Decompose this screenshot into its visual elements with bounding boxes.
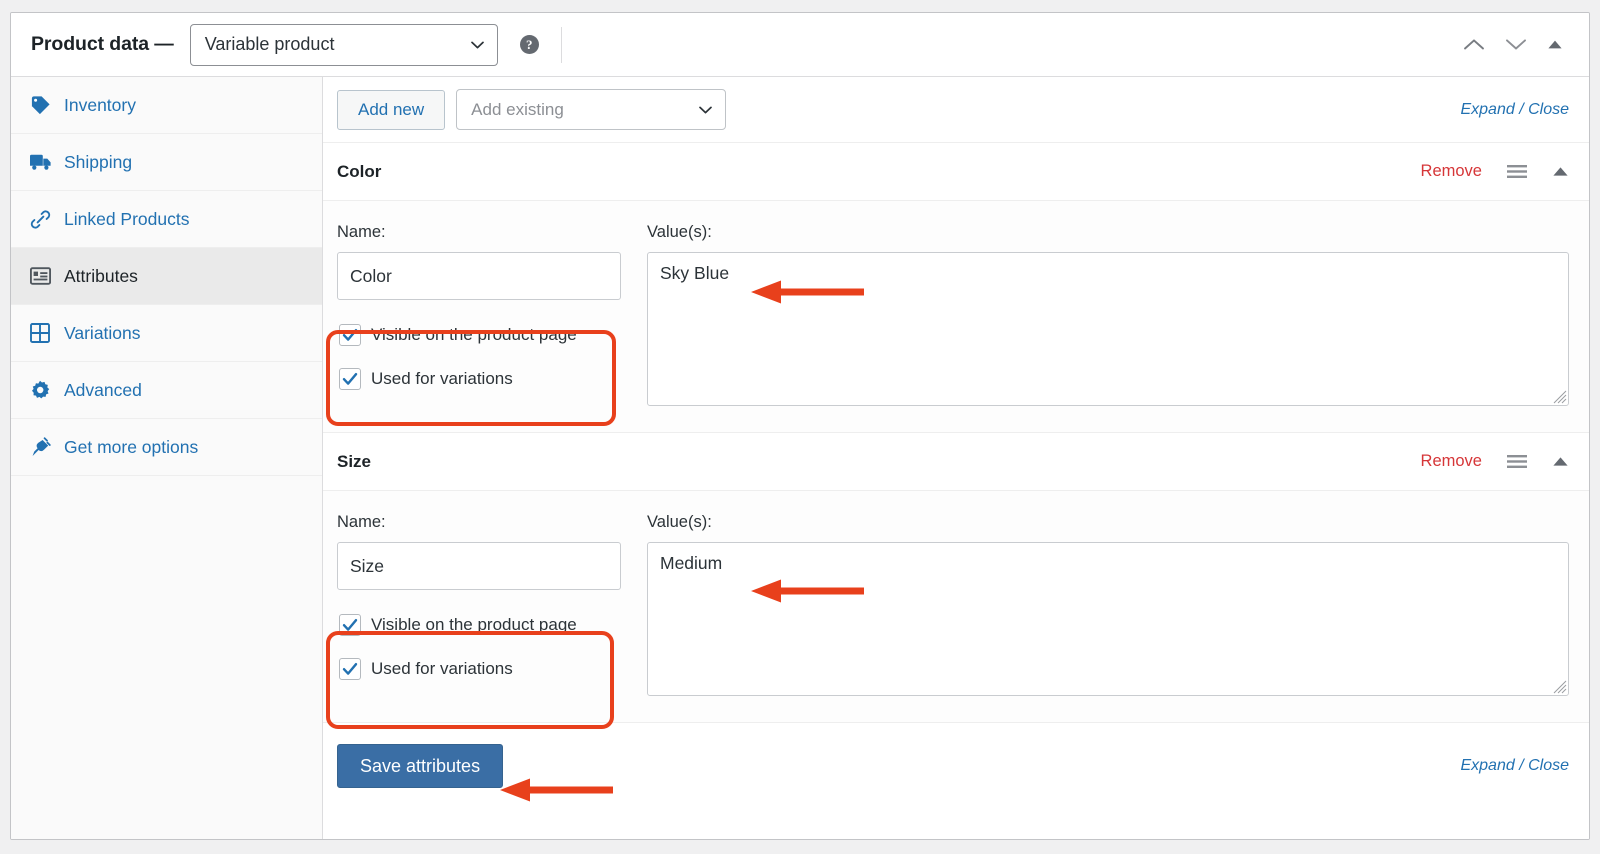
add-existing-placeholder: Add existing	[471, 100, 564, 120]
sidebar-item-linked-products[interactable]: Linked Products	[11, 191, 322, 248]
sidebar-item-label: Variations	[64, 323, 141, 344]
attributes-footer: Save attributes Expand / Close	[323, 723, 1589, 809]
header-divider	[561, 27, 562, 63]
truck-icon	[27, 153, 53, 171]
name-label: Name:	[337, 513, 629, 532]
sidebar-item-get-more-options[interactable]: Get more options	[11, 419, 322, 476]
inventory-tag-icon	[27, 95, 53, 116]
checkbox-label: Used for variations	[371, 369, 513, 389]
attribute-name-column: Name: Visible on the product page	[337, 513, 629, 696]
sidebar-item-advanced[interactable]: Advanced	[11, 362, 322, 419]
help-circle-icon[interactable]: ?	[520, 35, 539, 54]
plug-icon	[27, 437, 53, 458]
checkbox-checked-icon	[339, 324, 361, 346]
checkbox-label: Visible on the product page	[371, 615, 577, 635]
remove-attribute-link[interactable]: Remove	[1421, 162, 1482, 181]
attribute-header-color: Color Remove	[323, 143, 1589, 201]
screen-root: Product data — Variable product ?	[0, 0, 1600, 854]
attribute-header-actions: Remove	[1421, 452, 1569, 471]
metabox-body: Inventory Shipping	[11, 77, 1589, 839]
product-data-metabox: Product data — Variable product ?	[10, 12, 1590, 840]
add-new-button[interactable]: Add new	[337, 90, 445, 130]
name-label: Name:	[337, 223, 629, 242]
product-type-select[interactable]: Variable product	[190, 24, 498, 66]
values-textarea-wrap	[647, 542, 1569, 696]
values-textarea-wrap	[647, 252, 1569, 406]
checkbox-visible-on-product-page[interactable]: Visible on the product page	[339, 318, 629, 352]
link-icon	[27, 209, 53, 230]
sidebar-item-inventory[interactable]: Inventory	[11, 77, 322, 134]
product-type-value: Variable product	[205, 34, 335, 55]
sidebar-item-label: Inventory	[64, 95, 136, 116]
expand-close-link-bottom[interactable]: Expand / Close	[1460, 757, 1569, 775]
sidebar-filler	[11, 476, 322, 776]
chevron-down-icon	[699, 106, 712, 114]
attribute-name-column: Name: Visible on the product page	[337, 223, 629, 406]
checkbox-checked-icon	[339, 614, 361, 636]
sidebar-item-variations[interactable]: Variations	[11, 305, 322, 362]
chevron-up-icon[interactable]	[1463, 38, 1485, 51]
grid-icon	[27, 323, 53, 343]
remove-attribute-link[interactable]: Remove	[1421, 452, 1482, 471]
add-existing-select[interactable]: Add existing	[456, 89, 726, 130]
sidebar-item-label: Advanced	[64, 380, 142, 401]
attributes-toolbar: Add new Add existing Expand / Close	[323, 77, 1589, 143]
triangle-up-icon[interactable]	[1552, 166, 1569, 177]
sidebar-item-label: Get more options	[64, 437, 198, 458]
sidebar-item-label: Shipping	[64, 152, 132, 173]
drag-handle-icon[interactable]	[1506, 164, 1528, 179]
sidebar-item-label: Linked Products	[64, 209, 190, 230]
metabox-header: Product data — Variable product ?	[11, 13, 1589, 77]
metabox-order-controls	[1463, 38, 1571, 51]
checkbox-checked-icon	[339, 658, 361, 680]
values-label: Value(s):	[647, 513, 1569, 532]
gear-icon	[27, 380, 53, 400]
checkbox-label: Visible on the product page	[371, 325, 577, 345]
sidebar-item-shipping[interactable]: Shipping	[11, 134, 322, 191]
attribute-values-textarea[interactable]	[647, 252, 1569, 406]
expand-close-link-top[interactable]: Expand / Close	[1460, 101, 1569, 119]
attribute-checkboxes-color: Visible on the product page Used for var…	[337, 318, 629, 396]
attribute-values-textarea[interactable]	[647, 542, 1569, 696]
triangle-up-icon[interactable]	[1547, 39, 1563, 50]
product-data-sidebar: Inventory Shipping	[11, 77, 323, 839]
attribute-body-size: Name: Visible on the product page	[323, 491, 1589, 723]
attribute-name-input[interactable]	[337, 252, 621, 300]
attributes-list-icon	[27, 267, 53, 285]
checkbox-visible-on-product-page[interactable]: Visible on the product page	[339, 608, 629, 642]
triangle-up-icon[interactable]	[1552, 456, 1569, 467]
checkbox-used-for-variations[interactable]: Used for variations	[339, 362, 629, 396]
attributes-panel: Add new Add existing Expand / Close Colo…	[323, 77, 1589, 839]
attribute-values-column: Value(s):	[629, 223, 1569, 406]
attribute-title: Color	[337, 162, 381, 182]
drag-handle-icon[interactable]	[1506, 454, 1528, 469]
chevron-down-icon	[471, 41, 484, 49]
save-attributes-button[interactable]: Save attributes	[337, 744, 503, 788]
checkbox-label: Used for variations	[371, 659, 513, 679]
sidebar-item-label: Attributes	[64, 266, 138, 287]
attribute-title: Size	[337, 452, 371, 472]
chevron-down-icon[interactable]	[1505, 38, 1527, 51]
page-title: Product data —	[31, 33, 174, 56]
checkbox-used-for-variations[interactable]: Used for variations	[339, 652, 629, 686]
attribute-checkboxes-size: Visible on the product page Used for var…	[337, 608, 629, 686]
attribute-values-column: Value(s):	[629, 513, 1569, 696]
values-label: Value(s):	[647, 223, 1569, 242]
checkbox-checked-icon	[339, 368, 361, 390]
attribute-body-color: Name: Visible on the product page	[323, 201, 1589, 433]
attribute-name-input[interactable]	[337, 542, 621, 590]
sidebar-item-attributes[interactable]: Attributes	[11, 248, 322, 305]
attribute-header-actions: Remove	[1421, 162, 1569, 181]
attribute-header-size: Size Remove	[323, 433, 1589, 491]
